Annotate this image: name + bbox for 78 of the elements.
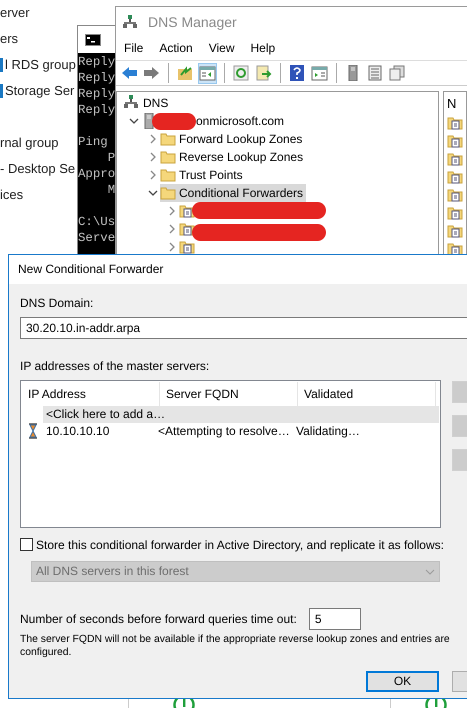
console-icon [85, 34, 101, 46]
console-text: Serve [78, 231, 116, 245]
window-title: DNS Manager [148, 14, 237, 30]
forwarder-folder-icon [447, 132, 463, 149]
expand-chevron-icon[interactable] [167, 224, 177, 234]
table-cell: Validating… [296, 424, 360, 438]
collapse-chevron-icon[interactable] [148, 188, 158, 198]
hourglass-icon [28, 423, 38, 440]
tree-item[interactable]: DNS [143, 96, 168, 110]
expand-chevron-icon[interactable] [148, 152, 158, 162]
console-text: Ping [78, 135, 108, 149]
group-label[interactable]: Storage Ser [5, 83, 74, 99]
field-label: Number of seconds before forward queries time out: [20, 612, 297, 626]
console-text: Reply [78, 71, 116, 85]
tree-item[interactable]: Forward Lookup Zones [179, 132, 302, 146]
group-label[interactable]: l RDS group [5, 57, 76, 73]
tree-item[interactable]: onmicrosoft.com [196, 114, 284, 128]
expand-chevron-icon[interactable] [148, 134, 158, 144]
forwarder-folder-icon [447, 168, 463, 185]
ok-button[interactable]: OK [366, 671, 439, 692]
forwarder-folder-icon [447, 150, 463, 167]
folder-icon [160, 185, 176, 201]
folder-icon [160, 149, 176, 165]
tree-pane-icon[interactable] [199, 65, 216, 81]
group-label[interactable]: - Desktop Se [0, 161, 76, 177]
note-text: configured. [20, 646, 72, 660]
group-label[interactable]: rnal group [0, 135, 59, 151]
forwarder-folder-icon [447, 186, 463, 203]
menu-item[interactable]: File [116, 41, 152, 56]
menu-item[interactable]: Action [151, 41, 201, 56]
dialog-title: New Conditional Forwarder [18, 262, 164, 277]
checkbox[interactable] [20, 538, 33, 552]
add-entry-prompt[interactable]: <Click here to add a… [43, 407, 166, 422]
menu-item[interactable]: View [200, 41, 242, 56]
table-cell-text: 10.10.10.10 [45, 424, 110, 438]
forwarder-folder-icon [447, 114, 463, 131]
expand-chevron-icon[interactable] [167, 206, 177, 216]
back-icon[interactable] [121, 65, 138, 81]
expand-chevron-icon[interactable] [148, 170, 158, 180]
console-text: M [106, 183, 116, 197]
documents-icon[interactable] [389, 65, 406, 81]
console-text: Reply [78, 55, 116, 69]
console-text: Reply [78, 103, 116, 117]
group-label[interactable]: ers [0, 31, 18, 47]
action-pane-icon[interactable] [311, 65, 328, 81]
refresh-icon[interactable] [233, 65, 250, 81]
help-icon[interactable] [289, 65, 306, 81]
timeout-field[interactable]: 5 [308, 608, 361, 630]
network-icon [123, 15, 137, 29]
tree-item[interactable]: Trust Points [179, 168, 243, 182]
console-text: C:\Us [78, 215, 116, 229]
caret-icon [425, 568, 435, 575]
forwarder-folder-icon [447, 222, 463, 239]
expand-chevron-icon[interactable] [167, 242, 177, 252]
tree-item[interactable]: Conditional Forwarders [179, 186, 304, 200]
field-label: DNS Domain: [20, 296, 94, 310]
export-icon[interactable] [255, 65, 272, 81]
menu-item[interactable]: Help [242, 41, 284, 56]
network-icon [124, 95, 140, 111]
forwarder-folder-icon [179, 203, 195, 219]
folder-up-icon[interactable] [177, 65, 194, 81]
column-header: N [447, 96, 458, 112]
forward-icon[interactable] [143, 65, 160, 81]
checkbox-label: Store this conditional forwarder in Active Directory, and replicate it as follows: [36, 538, 444, 552]
collapse-chevron-icon[interactable] [129, 116, 139, 126]
domain-field[interactable]: 30.20.10.in-addr.arpa [20, 317, 467, 340]
forwarder-folder-icon [447, 204, 463, 221]
note-text: The server FQDN will not be available if the appropriate reverse lookup zones and entries are [20, 633, 451, 646]
field-label: IP addresses of the master servers: [20, 359, 210, 374]
forwarder-folder-icon [179, 221, 195, 237]
table-cell-text: <Attempting to resolve… [158, 424, 291, 438]
console-text: Reply [78, 87, 116, 101]
console-text: Appro [78, 167, 116, 181]
tree-item[interactable]: Reverse Lookup Zones [179, 150, 304, 164]
group-label[interactable]: ices [0, 187, 24, 203]
list-icon[interactable] [367, 65, 384, 81]
console-text: P [106, 151, 116, 165]
group-label[interactable]: erver [0, 5, 30, 21]
